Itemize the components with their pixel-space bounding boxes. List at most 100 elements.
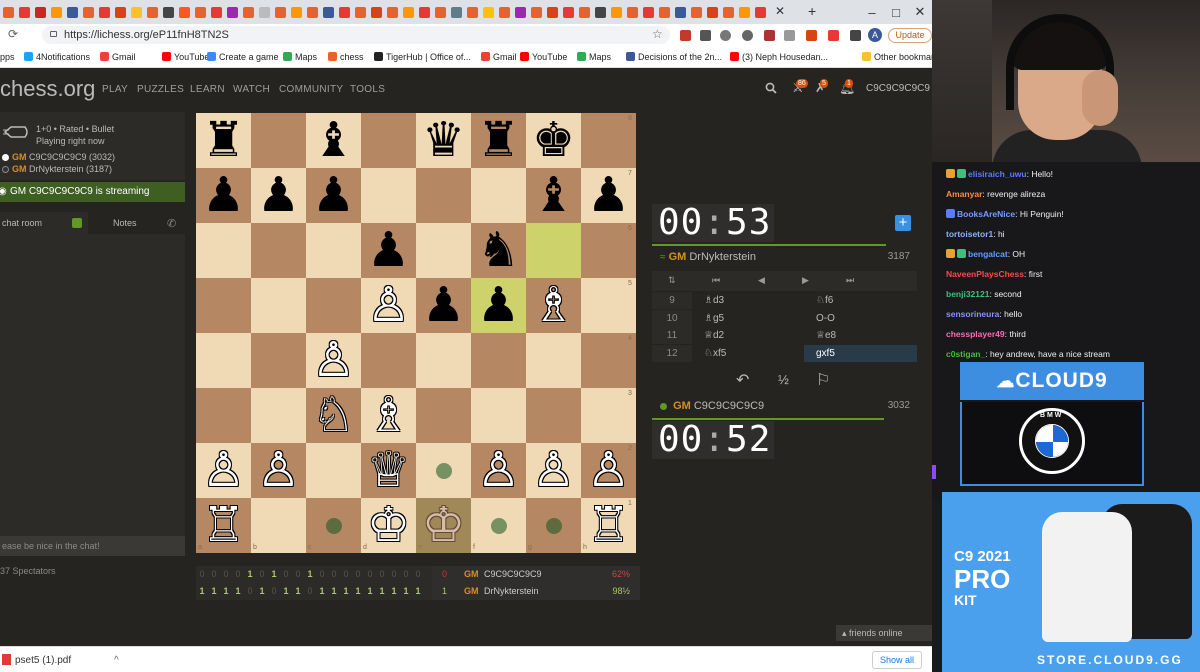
tab-favicon-icon[interactable] <box>658 6 670 18</box>
crosstable-game[interactable]: 0 <box>340 566 352 583</box>
black-piece-b7[interactable]: ♟ <box>251 168 306 223</box>
square-g4[interactable] <box>526 333 581 388</box>
tab-favicon-icon[interactable] <box>722 6 734 18</box>
opponent-player[interactable]: ≈ GM DrNykterstein 3187 <box>660 251 910 263</box>
add-time-button[interactable]: + <box>895 215 911 231</box>
nav-puzzles[interactable]: PUZZLES <box>137 84 184 95</box>
friends-online-button[interactable]: ▴ friends online <box>836 625 932 641</box>
square-e7[interactable] <box>416 168 471 223</box>
crosstable-game[interactable]: 1 <box>292 583 304 600</box>
crosstable-game[interactable]: 1 <box>376 583 388 600</box>
extension-icon[interactable] <box>828 30 839 41</box>
square-b4[interactable] <box>251 333 306 388</box>
crosstable-game[interactable]: 1 <box>328 583 340 600</box>
bookmark-item[interactable]: 4Notifications <box>24 52 90 62</box>
url-input[interactable]: https://lichess.org/eP11fnH8TN2S <box>42 26 670 44</box>
crosstable-game[interactable]: 0 <box>412 566 424 583</box>
crosstable-game[interactable]: 0 <box>328 566 340 583</box>
square-e6[interactable] <box>416 223 471 278</box>
tab-favicon-icon[interactable] <box>322 6 334 18</box>
bookmark-item[interactable]: (3) Neph Housedan... <box>730 52 828 62</box>
chat-username[interactable]: Amanyar <box>946 189 982 199</box>
tab-favicon-icon[interactable] <box>482 6 494 18</box>
nav-community[interactable]: COMMUNITY <box>279 84 343 95</box>
extension-icon[interactable] <box>680 30 691 41</box>
bookmark-item[interactable]: Maps <box>283 52 317 62</box>
crosstable-game[interactable]: 0 <box>400 566 412 583</box>
crosstable-game[interactable]: 0 <box>196 566 208 583</box>
extension-icon[interactable] <box>764 30 775 41</box>
chat-username[interactable]: c0stigan_ <box>946 349 985 359</box>
chat-username[interactable]: benji32121 <box>946 289 989 299</box>
square-b6[interactable] <box>251 223 306 278</box>
crosstable-game[interactable]: 0 <box>364 566 376 583</box>
black-move[interactable]: ♕e8 <box>804 327 917 344</box>
show-all-button[interactable]: Show all <box>872 651 922 669</box>
tab-favicon-icon[interactable] <box>226 6 238 18</box>
black-piece-c8[interactable]: ♝ <box>306 113 361 168</box>
black-piece-f5[interactable]: ♟ <box>471 278 526 333</box>
black-piece-f8[interactable]: ♜ <box>471 113 526 168</box>
tab-favicon-icon[interactable] <box>162 6 174 18</box>
black-move[interactable]: O-O <box>804 310 917 327</box>
chat-username[interactable]: chessplayer49 <box>946 329 1005 339</box>
white-piece-a1[interactable]: ♖ <box>196 498 251 553</box>
crosstable-game[interactable]: 1 <box>304 566 316 583</box>
tab-favicon-icon[interactable] <box>82 6 94 18</box>
black-piece-h7[interactable]: ♟ <box>581 168 636 223</box>
extension-icon[interactable] <box>742 30 753 41</box>
download-item[interactable]: pset5 (1).pdf ^ <box>2 654 119 666</box>
square-g3[interactable] <box>526 388 581 443</box>
chess-board[interactable]: 8 7 6 5 4 3 2 1 a b c d e f g h ♜ ♝ ♛ ♜ ♚ ♟ ♟ ♟ ♝ ♟ ♟ ♞ ♙ ♟ ♟ ♗ ♙ ♘ ♗ ♙ ♙ ♕ ♙ ♙… <box>196 113 636 553</box>
crosstable-game[interactable]: 0 <box>256 566 268 583</box>
square-d7[interactable] <box>361 168 416 223</box>
black-piece-f6[interactable]: ♞ <box>471 223 526 278</box>
tab-favicon-icon[interactable] <box>34 6 46 18</box>
square-e4[interactable] <box>416 333 471 388</box>
first-move-icon[interactable]: ⏮ <box>712 275 720 286</box>
bookmark-item[interactable]: Create a game <box>207 52 279 62</box>
user-menu[interactable]: C9C9C9C9C9 <box>866 83 930 94</box>
tab-favicon-icon[interactable] <box>674 6 686 18</box>
tab-favicon-icon[interactable] <box>194 6 206 18</box>
tab-favicon-icon[interactable] <box>146 6 158 18</box>
crosstable-game[interactable]: 1 <box>340 583 352 600</box>
crosstable-game[interactable]: 1 <box>196 583 208 600</box>
white-piece-d3[interactable]: ♗ <box>361 388 416 443</box>
bookmark-item[interactable]: chess <box>328 52 364 62</box>
black-piece-a8[interactable]: ♜ <box>196 113 251 168</box>
maximize-button[interactable]: □ <box>884 0 908 24</box>
square-a6[interactable] <box>196 223 251 278</box>
profile-avatar[interactable]: A <box>868 28 882 42</box>
tab-favicon-icon[interactable] <box>242 6 254 18</box>
lock-icon[interactable] <box>50 31 57 37</box>
puzzle-icon[interactable] <box>850 30 861 41</box>
tab-favicon-icon[interactable] <box>210 6 222 18</box>
black-move[interactable]: gxf5 <box>804 344 917 362</box>
white-piece-c3[interactable]: ♘ <box>306 388 361 443</box>
white-move[interactable]: ♘xf5 <box>692 345 804 362</box>
crosstable-player-1[interactable]: 0 GM C9C9C9C9C9 62% <box>432 566 640 583</box>
white-piece-a2[interactable]: ♙ <box>196 443 251 498</box>
tab-favicon-icon[interactable] <box>386 6 398 18</box>
extension-icon[interactable] <box>806 30 817 41</box>
tab-favicon-icon[interactable] <box>306 6 318 18</box>
crosstable-player-2[interactable]: 1 GM DrNykterstein 98½ <box>432 583 640 600</box>
resign-flag-icon[interactable]: ⚐ <box>816 370 830 390</box>
tab-favicon-icon[interactable] <box>418 6 430 18</box>
bookmark-item[interactable]: YouTube <box>520 52 567 62</box>
white-piece-e1[interactable]: ♔ <box>416 498 471 553</box>
white-move[interactable]: ♗d3 <box>692 292 804 309</box>
tab-favicon-icon[interactable] <box>562 6 574 18</box>
tab-favicon-icon[interactable] <box>706 6 718 18</box>
square-d4[interactable] <box>361 333 416 388</box>
crosstable-game[interactable]: 0 <box>352 566 364 583</box>
tab-favicon-icon[interactable] <box>754 6 766 18</box>
crosstable-game[interactable]: 1 <box>412 583 424 600</box>
chat-toggle-checkbox[interactable] <box>72 218 82 228</box>
close-tab-icon[interactable]: ✕ <box>775 4 785 18</box>
takeback-icon[interactable]: ↶ <box>736 370 749 390</box>
tab-favicon-icon[interactable] <box>50 6 62 18</box>
extension-icon[interactable] <box>720 30 731 41</box>
tab-favicon-icon[interactable] <box>114 6 126 18</box>
